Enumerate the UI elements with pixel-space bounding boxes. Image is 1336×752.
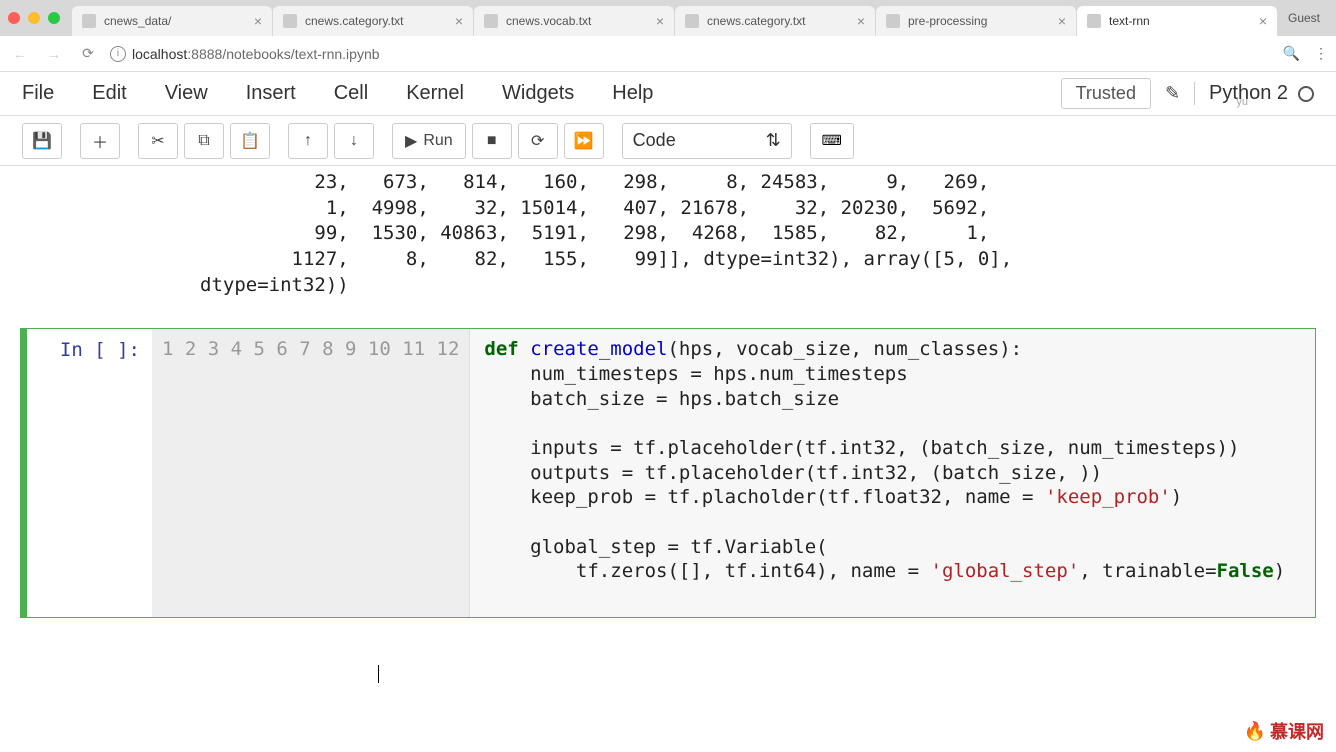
browser-tab[interactable]: pre-processing × bbox=[876, 6, 1076, 36]
file-icon bbox=[685, 14, 699, 28]
url-host: localhost bbox=[132, 46, 187, 62]
menu-icon[interactable]: ⋮ bbox=[1314, 45, 1328, 62]
browser-tabs: cnews_data/ × cnews.category.txt × cnews… bbox=[72, 0, 1280, 36]
browser-tab-active[interactable]: text-rnn × bbox=[1077, 6, 1277, 36]
watermark-text: 慕课网 bbox=[1270, 718, 1324, 744]
save-button[interactable]: 💾 bbox=[22, 123, 62, 159]
window-controls bbox=[8, 12, 60, 24]
cut-button[interactable]: ✂ bbox=[138, 123, 178, 159]
close-icon[interactable]: × bbox=[1259, 13, 1267, 29]
url-port: :8888 bbox=[187, 46, 222, 62]
browser-tab[interactable]: cnews.category.txt × bbox=[675, 6, 875, 36]
menu-edit[interactable]: Edit bbox=[92, 82, 126, 105]
site-info-icon[interactable]: i bbox=[110, 46, 126, 62]
menu-file[interactable]: File bbox=[22, 82, 54, 105]
move-up-button[interactable]: ↑ bbox=[288, 123, 328, 159]
browser-tab[interactable]: cnews.vocab.txt × bbox=[474, 6, 674, 36]
kernel-name: Python 2 bbox=[1209, 82, 1288, 105]
close-icon[interactable]: × bbox=[254, 13, 262, 29]
menu-insert[interactable]: Insert bbox=[246, 82, 296, 105]
cell-prompt: In [ ]: bbox=[27, 329, 152, 617]
close-window-icon[interactable] bbox=[8, 12, 20, 24]
url-path: /notebooks/text-rnn.ipynb bbox=[222, 46, 379, 62]
restart-button[interactable]: ⟳ bbox=[518, 123, 558, 159]
yu-label: yu bbox=[1236, 96, 1248, 108]
trusted-badge[interactable]: Trusted bbox=[1061, 78, 1151, 109]
search-icon[interactable]: 🔍 bbox=[1283, 45, 1300, 62]
chevron-updown-icon: ⇅ bbox=[766, 130, 781, 151]
kernel-status-icon bbox=[1298, 86, 1314, 102]
tab-title: cnews_data/ bbox=[104, 14, 246, 28]
code-editor[interactable]: 1 2 3 4 5 6 7 8 9 10 11 12 def create_mo… bbox=[152, 329, 1315, 617]
code-content[interactable]: def create_model(hps, vocab_size, num_cl… bbox=[470, 329, 1299, 617]
notebook-menubar: File Edit View Insert Cell Kernel Widget… bbox=[0, 72, 1336, 116]
file-icon bbox=[283, 14, 297, 28]
menu-view[interactable]: View bbox=[165, 82, 208, 105]
address-bar: ← → ⟳ i localhost:8888/notebooks/text-rn… bbox=[0, 36, 1336, 72]
move-down-button[interactable]: ↓ bbox=[334, 123, 374, 159]
add-cell-button[interactable]: ＋ bbox=[80, 123, 120, 159]
celltype-value: Code bbox=[633, 130, 676, 151]
file-icon bbox=[484, 14, 498, 28]
tab-title: cnews.category.txt bbox=[305, 14, 447, 28]
command-palette-button[interactable]: ⌨ bbox=[810, 123, 854, 159]
browser-tab-bar: cnews_data/ × cnews.category.txt × cnews… bbox=[0, 0, 1336, 36]
tab-title: cnews.category.txt bbox=[707, 14, 849, 28]
close-icon[interactable]: × bbox=[857, 13, 865, 29]
notebook-body: 23, 673, 814, 160, 298, 8, 24583, 9, 269… bbox=[0, 166, 1336, 658]
run-label: Run bbox=[423, 132, 452, 150]
flame-icon: 🔥 bbox=[1244, 721, 1266, 742]
notebook-icon bbox=[886, 14, 900, 28]
copy-button[interactable]: ⧉ bbox=[184, 123, 224, 159]
notebook-toolbar: 💾 ＋ ✂ ⧉ 📋 ↑ ↓ ▶ Run ■ ⟳ ⏩ Code ⇅ ⌨ bbox=[0, 116, 1336, 166]
tab-title: cnews.vocab.txt bbox=[506, 14, 648, 28]
close-icon[interactable]: × bbox=[656, 13, 664, 29]
url-field[interactable]: i localhost:8888/notebooks/text-rnn.ipyn… bbox=[110, 46, 1273, 62]
menu-kernel[interactable]: Kernel bbox=[406, 82, 464, 105]
stop-button[interactable]: ■ bbox=[472, 123, 512, 159]
play-icon: ▶ bbox=[405, 131, 417, 151]
forward-button[interactable]: → bbox=[42, 42, 66, 66]
cell-output: 23, 673, 814, 160, 298, 8, 24583, 9, 269… bbox=[20, 166, 1316, 324]
folder-icon bbox=[82, 14, 96, 28]
menu-widgets[interactable]: Widgets bbox=[502, 82, 574, 105]
minimize-window-icon[interactable] bbox=[28, 12, 40, 24]
paste-button[interactable]: 📋 bbox=[230, 123, 270, 159]
tab-title: text-rnn bbox=[1109, 14, 1251, 28]
back-button[interactable]: ← bbox=[8, 42, 32, 66]
menu-cell[interactable]: Cell bbox=[334, 82, 368, 105]
run-button[interactable]: ▶ Run bbox=[392, 123, 466, 159]
browser-tab[interactable]: cnews.category.txt × bbox=[273, 6, 473, 36]
code-cell[interactable]: In [ ]: 1 2 3 4 5 6 7 8 9 10 11 12 def c… bbox=[20, 328, 1316, 618]
profile-label[interactable]: Guest bbox=[1280, 11, 1328, 25]
tab-title: pre-processing bbox=[908, 14, 1050, 28]
close-icon[interactable]: × bbox=[1058, 13, 1066, 29]
line-gutter: 1 2 3 4 5 6 7 8 9 10 11 12 bbox=[152, 329, 470, 617]
close-icon[interactable]: × bbox=[455, 13, 463, 29]
notebook-icon bbox=[1087, 14, 1101, 28]
maximize-window-icon[interactable] bbox=[48, 12, 60, 24]
fast-forward-button[interactable]: ⏩ bbox=[564, 123, 604, 159]
celltype-select[interactable]: Code ⇅ bbox=[622, 123, 792, 159]
browser-tab[interactable]: cnews_data/ × bbox=[72, 6, 272, 36]
menu-help[interactable]: Help bbox=[612, 82, 653, 105]
watermark: 🔥 慕课网 bbox=[1244, 718, 1324, 744]
reload-button[interactable]: ⟳ bbox=[76, 42, 100, 66]
pencil-icon[interactable]: ✎ bbox=[1165, 83, 1180, 104]
kernel-indicator[interactable]: Python 2 bbox=[1194, 82, 1314, 105]
text-cursor bbox=[378, 665, 379, 683]
